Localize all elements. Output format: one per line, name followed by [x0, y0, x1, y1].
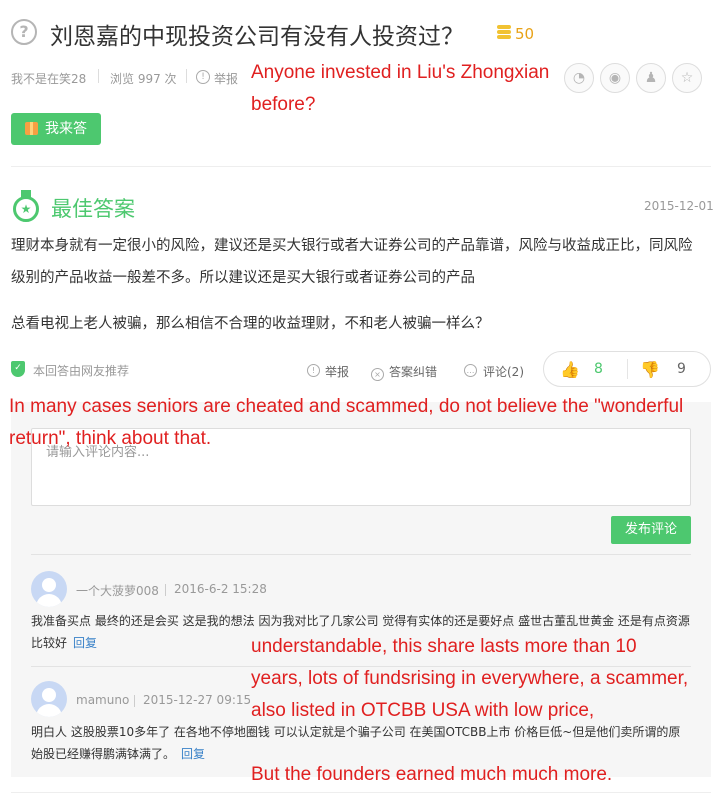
- comment-time: 2015-12-27 09:15: [143, 693, 252, 707]
- post-comment-button[interactable]: 发布评论: [611, 516, 691, 544]
- gift-icon: [25, 122, 38, 135]
- reply-link[interactable]: 回复: [181, 747, 205, 761]
- comment-body: 明白人 这股股票10多年了 在各地不停地圈钱 可以认定就是个骗子公司 在美国OT…: [31, 725, 681, 761]
- annotation-text: In many cases seniors are cheated and sc…: [9, 396, 684, 449]
- annotation-text: But the founders earned much much more.: [251, 764, 613, 785]
- avatar: [31, 571, 67, 607]
- correction-icon: ×: [371, 368, 384, 381]
- answer-button-label: 我来答: [45, 121, 87, 137]
- comment-divider: [134, 695, 135, 707]
- comment-time: 2016-6-2 15:28: [174, 582, 267, 596]
- comment-icon: …: [464, 364, 477, 377]
- divider: [11, 792, 711, 793]
- coin-icon: [497, 25, 511, 41]
- report-icon: !: [307, 364, 320, 377]
- answer-correction-link[interactable]: 答案纠错: [389, 363, 437, 380]
- answer-paragraph: 理财本身就有一定很小的风险，建议还是买大银行或者大证券公司的产品靠谱，风险与收益…: [11, 238, 693, 286]
- vote-box: 👍 8 👎 9: [543, 351, 711, 387]
- comments-toggle[interactable]: 评论(2): [483, 363, 524, 380]
- weibo-icon[interactable]: ◉: [600, 63, 630, 93]
- question-report-link[interactable]: 举报: [214, 70, 238, 87]
- annotation-text: Anyone invested in Liu's Zhongxian befor…: [251, 62, 550, 115]
- asker-name[interactable]: 我不是在笑28: [11, 70, 86, 87]
- meta-divider: [98, 69, 99, 83]
- thumbs-down-icon[interactable]: 👎: [640, 360, 660, 379]
- comment-divider: [165, 584, 166, 596]
- shield-check-icon: ✓: [11, 361, 25, 377]
- bounty-value: 50: [515, 25, 535, 43]
- divider: [31, 554, 691, 555]
- report-icon: !: [196, 70, 210, 84]
- star-icon[interactable]: ☆: [672, 63, 702, 93]
- question-circle-icon: ?: [11, 19, 37, 45]
- annotation-text: understandable, this share lasts more th…: [251, 636, 689, 721]
- avatar: [31, 681, 67, 717]
- answer-paragraph: 总看电视上老人被骗，那么相信不合理的收益理财，不和老人被骗一样么？: [11, 316, 490, 332]
- thumbs-up-icon[interactable]: 👍: [560, 360, 580, 379]
- recommended-label: 本回答由网友推荐: [33, 364, 130, 378]
- meta-divider: [186, 69, 187, 83]
- view-count: 浏览 997 次: [110, 72, 177, 86]
- comment-user[interactable]: 一个大菠萝008: [76, 582, 159, 599]
- reply-link[interactable]: 回复: [73, 636, 97, 650]
- downvote-count: 9: [677, 361, 686, 377]
- upvote-count: 8: [594, 361, 603, 377]
- question-title: 刘恩嘉的中现投资公司有没有人投资过？: [50, 24, 464, 50]
- wechat-icon[interactable]: ◔: [564, 63, 594, 93]
- comment-user[interactable]: mamuno: [76, 693, 129, 707]
- qq-icon[interactable]: ♟: [636, 63, 666, 93]
- medal-icon: ★: [12, 190, 40, 222]
- best-answer-heading: 最佳答案: [51, 197, 135, 221]
- answer-button[interactable]: 我来答: [11, 113, 101, 145]
- answer-report-link[interactable]: 举报: [325, 363, 349, 380]
- answer-date: 2015-12-01: [644, 199, 714, 213]
- divider: [11, 166, 711, 167]
